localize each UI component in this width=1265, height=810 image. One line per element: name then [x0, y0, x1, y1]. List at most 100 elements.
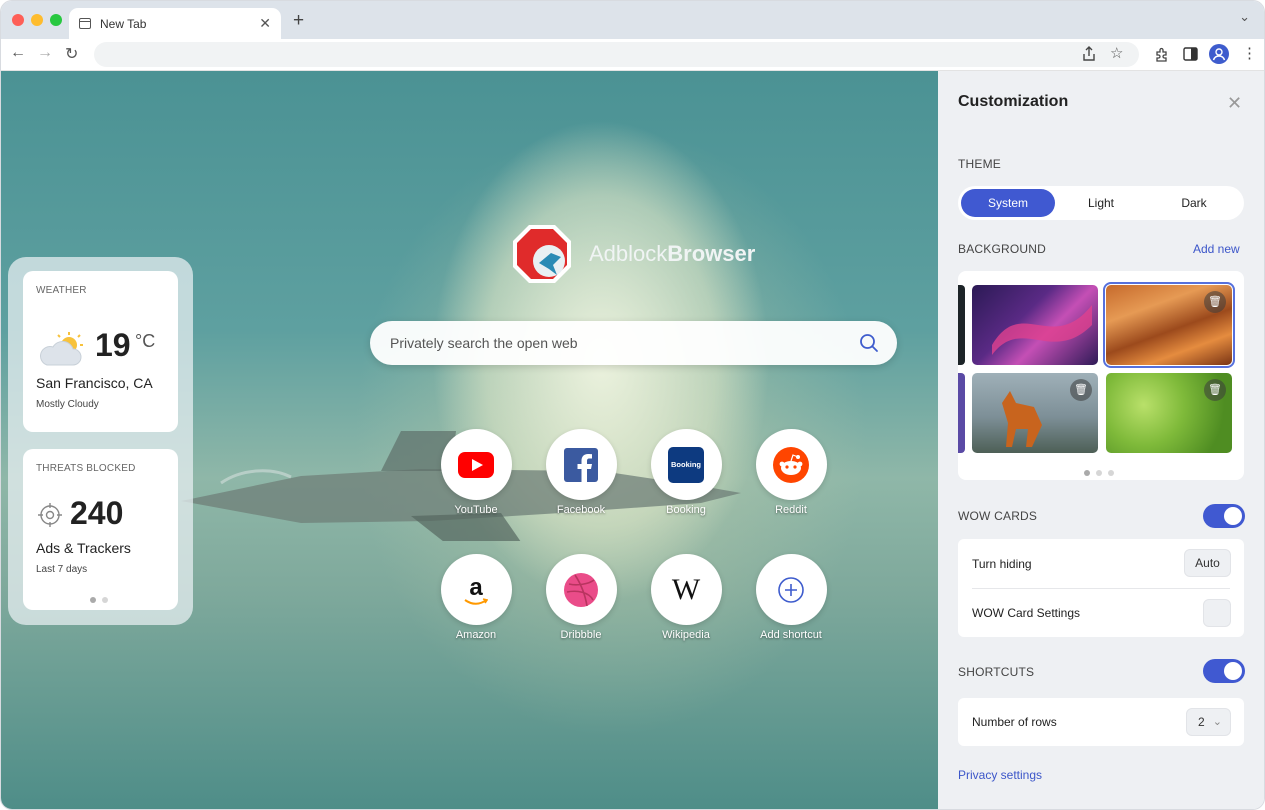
- tab-title: New Tab: [100, 16, 147, 31]
- new-tab-page: AdblockBrowser YouTube Facebook Booking: [1, 71, 938, 809]
- turn-hiding-label: Turn hiding: [972, 557, 1032, 571]
- shortcut-reddit[interactable]: Reddit: [736, 429, 846, 516]
- threats-count: 240: [70, 495, 124, 531]
- temperature: 19: [95, 327, 131, 363]
- adblock-logo-icon: [513, 225, 571, 283]
- background-thumb-partial[interactable]: [958, 285, 965, 365]
- dribbble-icon: [564, 572, 598, 607]
- background-gallery: 🗑 🗑 🗑: [958, 271, 1244, 480]
- shortcut-tile[interactable]: Booking: [650, 429, 722, 500]
- weather-card[interactable]: WEATHER 19 °C San Francisco, CA Mostly C…: [23, 271, 178, 432]
- share-icon[interactable]: [1082, 46, 1096, 62]
- shortcut-tile[interactable]: [440, 429, 512, 500]
- turn-hiding-select[interactable]: Auto: [1184, 549, 1231, 577]
- tab-search-chevron-icon[interactable]: ⌄: [1239, 9, 1250, 25]
- bookmark-star-icon[interactable]: ☆: [1110, 44, 1123, 62]
- shortcut-label: YouTube: [454, 504, 498, 516]
- close-window-button[interactable]: [12, 14, 24, 26]
- trash-icon[interactable]: 🗑: [1204, 291, 1226, 313]
- shortcut-facebook[interactable]: Facebook: [526, 429, 636, 516]
- temperature-unit: °C: [135, 331, 156, 351]
- tab-page-icon: [79, 18, 91, 29]
- partly-cloudy-icon: [40, 332, 83, 366]
- background-thumb-sand[interactable]: 🗑: [1103, 282, 1235, 368]
- amazon-icon: a: [461, 574, 491, 606]
- back-arrow-icon[interactable]: ←: [10, 44, 26, 62]
- background-thumb-leaves[interactable]: 🗑: [1106, 373, 1232, 453]
- rows-value: 2: [1198, 715, 1205, 729]
- search-box[interactable]: [370, 321, 897, 365]
- trash-icon[interactable]: 🗑: [1070, 379, 1092, 401]
- tab-new-tab[interactable]: New Tab ✕: [69, 8, 281, 39]
- trash-icon[interactable]: 🗑: [1204, 379, 1226, 401]
- reddit-icon: [773, 446, 809, 483]
- background-thumb-abstract[interactable]: [972, 285, 1098, 365]
- weather-label: WEATHER: [36, 285, 87, 296]
- shortcuts-toggle[interactable]: [1203, 659, 1245, 683]
- shortcut-dribbble[interactable]: Dribbble: [526, 554, 636, 641]
- theme-option-system[interactable]: System: [961, 189, 1055, 217]
- theme-section-label: THEME: [958, 157, 1001, 171]
- abstract-wave-shape: [992, 305, 1092, 355]
- title-bar: New Tab ✕ + ⌄: [1, 1, 1264, 39]
- threats-card[interactable]: THREATS BLOCKED 240 Ads & Trackers Last …: [23, 449, 178, 610]
- search-icon[interactable]: [859, 333, 879, 353]
- shortcuts-section-label: SHORTCUTS: [958, 665, 1035, 679]
- tab-close-icon[interactable]: ✕: [259, 15, 271, 32]
- theme-option-dark[interactable]: Dark: [1147, 189, 1241, 217]
- pagination-dot[interactable]: [1108, 470, 1114, 476]
- number-of-rows-select[interactable]: 2 ⌄: [1186, 708, 1231, 736]
- privacy-settings-link[interactable]: Privacy settings: [958, 768, 1042, 782]
- shortcut-amazon[interactable]: a Amazon: [421, 554, 531, 641]
- shortcut-youtube[interactable]: YouTube: [421, 429, 531, 516]
- shortcut-tile[interactable]: [755, 554, 827, 625]
- brand-light-text: Adblock: [589, 241, 668, 266]
- extensions-puzzle-icon[interactable]: [1155, 47, 1170, 62]
- shortcut-tile[interactable]: W: [650, 554, 722, 625]
- threats-period: Last 7 days: [36, 564, 88, 575]
- wow-cards-toggle[interactable]: [1203, 504, 1245, 528]
- shortcut-label: Reddit: [775, 504, 807, 516]
- forward-arrow-icon[interactable]: →: [37, 44, 53, 62]
- close-icon[interactable]: ✕: [1227, 93, 1242, 114]
- profile-avatar-icon[interactable]: [1209, 44, 1229, 64]
- maximize-window-button[interactable]: [50, 14, 62, 26]
- wow-cards-section-label: WOW CARDS: [958, 509, 1038, 523]
- weather-city: San Francisco, CA: [36, 375, 153, 391]
- panel-title: Customization: [958, 93, 1069, 110]
- add-shortcut-button[interactable]: Add shortcut: [736, 554, 846, 641]
- theme-segmented-control: System Light Dark: [958, 186, 1244, 220]
- booking-icon: Booking: [668, 446, 704, 483]
- side-panel-icon[interactable]: [1183, 47, 1198, 61]
- shortcut-wikipedia[interactable]: W Wikipedia: [631, 554, 741, 641]
- shortcut-label: Add shortcut: [760, 629, 822, 641]
- theme-option-light[interactable]: Light: [1054, 189, 1148, 217]
- pagination-dot[interactable]: [1096, 470, 1102, 476]
- wow-card-settings-button[interactable]: [1203, 599, 1231, 627]
- threats-label: THREATS BLOCKED: [36, 463, 136, 474]
- minimize-window-button[interactable]: [31, 14, 43, 26]
- background-thumb-partial[interactable]: [958, 373, 965, 453]
- shortcut-tile[interactable]: [545, 554, 617, 625]
- shortcut-tile[interactable]: [545, 429, 617, 500]
- shortcut-tile[interactable]: a: [440, 554, 512, 625]
- new-tab-plus-icon[interactable]: +: [293, 10, 304, 32]
- pagination-dot[interactable]: [90, 597, 96, 603]
- shortcut-booking[interactable]: Booking Booking: [631, 429, 741, 516]
- search-input[interactable]: [390, 321, 840, 365]
- pagination-dot[interactable]: [102, 597, 108, 603]
- facebook-icon: [564, 447, 598, 482]
- shortcut-tile[interactable]: [755, 429, 827, 500]
- background-thumb-fox[interactable]: 🗑: [972, 373, 1098, 453]
- youtube-icon: [458, 451, 494, 478]
- address-bar[interactable]: ☆: [94, 42, 1139, 67]
- shortcut-label: Dribbble: [560, 629, 602, 641]
- brand-wordmark: AdblockBrowser: [589, 241, 755, 267]
- wow-card-settings-label: WOW Card Settings: [972, 606, 1081, 620]
- wikipedia-icon: W: [671, 572, 701, 606]
- pagination-dot[interactable]: [1084, 470, 1090, 476]
- card-pagination: [90, 590, 114, 608]
- more-menu-icon[interactable]: ⋮: [1242, 44, 1257, 62]
- add-background-link[interactable]: Add new: [1193, 242, 1240, 256]
- reload-icon[interactable]: ↻: [65, 44, 78, 64]
